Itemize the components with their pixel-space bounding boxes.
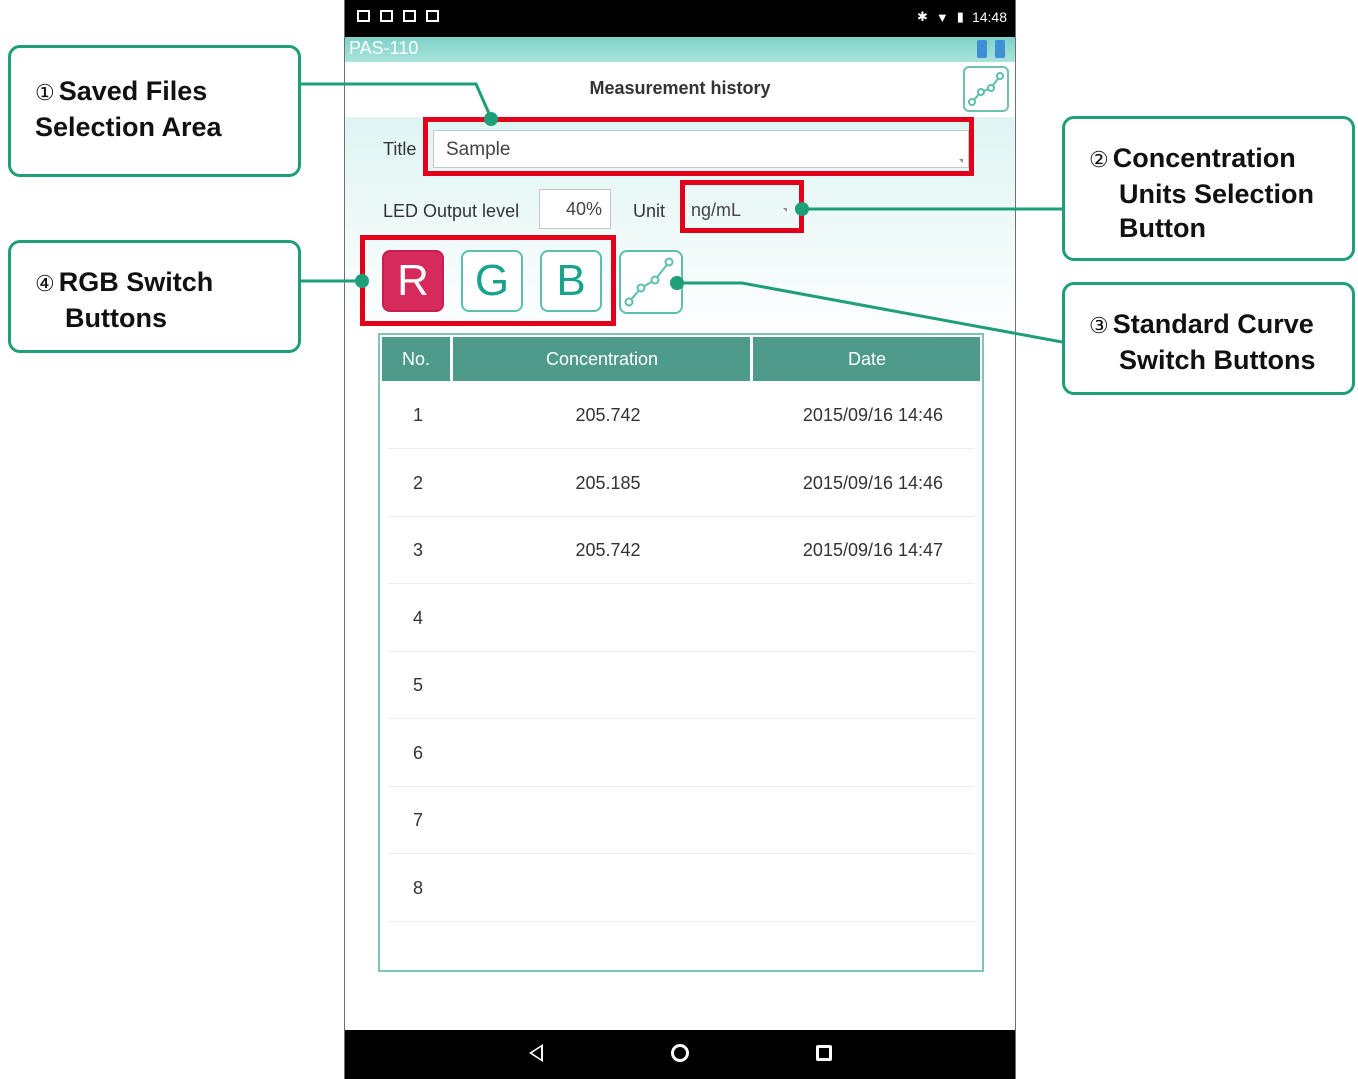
callout-rgb-switch: ④ RGB Switch Buttons bbox=[8, 240, 301, 353]
connector-dot bbox=[795, 202, 809, 216]
connector-dot bbox=[484, 112, 498, 126]
connector-dot bbox=[670, 276, 684, 290]
callout-standard-curve: ③ Standard Curve Switch Buttons bbox=[1062, 282, 1355, 395]
callout-line: Saved Files bbox=[58, 76, 208, 106]
callout-line: Button bbox=[1119, 213, 1206, 243]
callout-line: Buttons bbox=[65, 303, 167, 333]
callout-number: ② bbox=[1089, 147, 1109, 172]
callout-number: ③ bbox=[1089, 313, 1109, 338]
callout-line: Selection Area bbox=[35, 112, 222, 142]
callout-saved-files: ① Saved Files Selection Area bbox=[8, 45, 301, 177]
callout-number: ④ bbox=[35, 271, 55, 296]
callout-number: ① bbox=[35, 80, 55, 105]
callout-line: RGB Switch bbox=[58, 267, 214, 297]
callout-line: Units Selection bbox=[1119, 179, 1315, 209]
callout-line: Standard Curve bbox=[1112, 309, 1314, 339]
callout-line: Switch Buttons bbox=[1119, 345, 1316, 375]
connector-dot bbox=[355, 274, 369, 288]
callout-line: Concentration bbox=[1112, 143, 1296, 173]
callout-units: ② Concentration Units Selection Button bbox=[1062, 116, 1355, 261]
